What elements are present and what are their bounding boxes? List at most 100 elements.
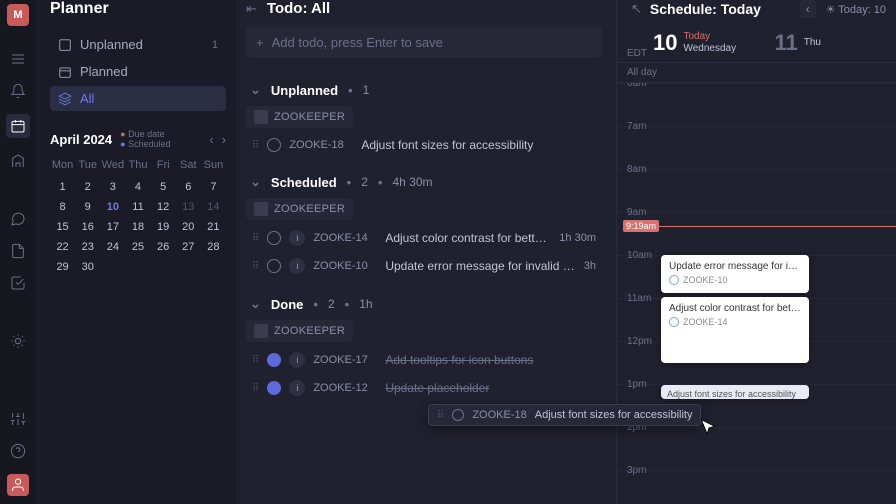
task-duration: 1h 30m bbox=[559, 232, 596, 244]
calendar-day[interactable]: 28 bbox=[201, 237, 226, 257]
project-tag[interactable]: ZOOKEEPER bbox=[246, 106, 353, 128]
calendar-day[interactable] bbox=[176, 257, 201, 277]
calendar-day[interactable]: 15 bbox=[50, 217, 75, 237]
calendar-day[interactable] bbox=[151, 257, 176, 277]
hour-label: 6am bbox=[627, 83, 646, 89]
menu-icon[interactable] bbox=[9, 50, 27, 68]
chat-icon[interactable] bbox=[9, 210, 27, 228]
task-key: ZOOKE-14 bbox=[313, 232, 377, 244]
grip-icon[interactable]: ⠿ bbox=[252, 355, 259, 366]
calendar-day[interactable]: 27 bbox=[176, 237, 201, 257]
calendar-day[interactable]: 17 bbox=[100, 217, 125, 237]
schedule-event[interactable]: Adjust color contrast for better v…ZOOKE… bbox=[661, 297, 809, 363]
collapse-sidebar-icon[interactable]: ⇤ bbox=[246, 1, 257, 17]
grip-icon[interactable]: ⠿ bbox=[252, 140, 259, 151]
icon-rail: M bbox=[0, 0, 36, 504]
schedule-back-icon[interactable]: ↖ bbox=[631, 1, 642, 17]
schedule-title: Schedule: Today bbox=[650, 1, 761, 17]
task-row[interactable]: ⠿ZOOKE-18Adjust font sizes for accessibi… bbox=[246, 132, 602, 158]
calendar-day[interactable]: 1 bbox=[50, 177, 75, 197]
month-label: April 2024 bbox=[50, 132, 112, 147]
add-todo-input[interactable]: + Add todo, press Enter to save bbox=[246, 27, 602, 58]
day-column[interactable]: 10TodayWednesday bbox=[653, 30, 775, 56]
task-row[interactable]: ⠿iZOOKE-14Adjust color contrast for bett… bbox=[246, 224, 602, 252]
calendar-day[interactable]: 4 bbox=[125, 177, 150, 197]
calendar-day[interactable]: 20 bbox=[176, 217, 201, 237]
avatar[interactable]: M bbox=[7, 4, 29, 26]
calendar-day[interactable]: 7 bbox=[201, 177, 226, 197]
user-icon[interactable] bbox=[7, 474, 29, 496]
filter-unplanned[interactable]: Unplanned 1 bbox=[50, 32, 226, 57]
calendar-day[interactable] bbox=[125, 257, 150, 277]
building-icon[interactable] bbox=[9, 152, 27, 170]
grip-icon[interactable]: ⠿ bbox=[252, 261, 259, 272]
task-key: ZOOKE-12 bbox=[313, 382, 377, 394]
filter-all[interactable]: All bbox=[50, 86, 226, 111]
task-row[interactable]: ⠿iZOOKE-12Update placeholder bbox=[246, 374, 602, 402]
calendar-day[interactable]: 19 bbox=[151, 217, 176, 237]
task-status-circle[interactable] bbox=[267, 381, 281, 395]
calendar-day[interactable]: 5 bbox=[151, 177, 176, 197]
calendar-day[interactable]: 18 bbox=[125, 217, 150, 237]
bell-icon[interactable] bbox=[9, 82, 27, 100]
calendar-day[interactable]: 24 bbox=[100, 237, 125, 257]
calendar-day[interactable]: 2 bbox=[75, 177, 100, 197]
calendar-day[interactable]: 14 bbox=[201, 197, 226, 217]
sliders-icon[interactable] bbox=[9, 410, 27, 428]
grip-icon[interactable]: ⠿ bbox=[252, 233, 259, 244]
calendar-day[interactable]: 6 bbox=[176, 177, 201, 197]
calendar-day[interactable]: 29 bbox=[50, 257, 75, 277]
allday-row: All day bbox=[617, 63, 896, 83]
task-status-circle[interactable] bbox=[267, 138, 281, 152]
help-icon[interactable] bbox=[9, 442, 27, 460]
grip-icon[interactable]: ⠿ bbox=[252, 383, 259, 394]
plus-icon: + bbox=[256, 35, 264, 50]
sun-icon[interactable] bbox=[9, 332, 27, 350]
task-status-circle[interactable] bbox=[267, 259, 281, 273]
calendar-day[interactable]: 8 bbox=[50, 197, 75, 217]
hour-label: 3pm bbox=[627, 465, 646, 476]
calendar-day[interactable]: 25 bbox=[125, 237, 150, 257]
dragging-task[interactable]: ⠿ ZOOKE-18 Adjust font sizes for accessi… bbox=[428, 404, 701, 426]
project-tag[interactable]: ZOOKEEPER bbox=[246, 198, 353, 220]
calendar-day[interactable]: 11 bbox=[125, 197, 150, 217]
day-column[interactable]: 11Thu bbox=[775, 30, 896, 56]
check-list-icon[interactable] bbox=[9, 274, 27, 292]
calendar-day[interactable]: 23 bbox=[75, 237, 100, 257]
document-icon[interactable] bbox=[9, 242, 27, 260]
task-row[interactable]: ⠿iZOOKE-17Add tooltips for icon buttons bbox=[246, 346, 602, 374]
section-header[interactable]: ⌄Done•2•1h bbox=[246, 280, 602, 320]
calendar-day[interactable]: 26 bbox=[151, 237, 176, 257]
project-tag[interactable]: ZOOKEEPER bbox=[246, 320, 353, 342]
calendar-day[interactable] bbox=[201, 257, 226, 277]
month-prev[interactable]: ‹ bbox=[209, 132, 213, 147]
today-indicator[interactable]: ☀ Today: 10 bbox=[826, 3, 886, 16]
calendar-day[interactable]: 12 bbox=[151, 197, 176, 217]
calendar-icon[interactable] bbox=[6, 114, 30, 138]
calendar-day[interactable]: 3 bbox=[100, 177, 125, 197]
calendar-legend: ● Due date ● Scheduled bbox=[120, 129, 171, 149]
calendar-day[interactable] bbox=[100, 257, 125, 277]
task-status-circle[interactable] bbox=[267, 231, 281, 245]
calendar-day[interactable]: 13 bbox=[176, 197, 201, 217]
schedule-event[interactable]: Update error message for invali…ZOOKE-10 bbox=[661, 255, 809, 293]
time-grid[interactable]: 6am7am8am9am10am11am12pm1pm2pm3pm9:19amU… bbox=[617, 83, 896, 504]
calendar-day[interactable]: 16 bbox=[75, 217, 100, 237]
schedule-event-ghost[interactable]: Adjust font sizes for accessibility bbox=[661, 385, 809, 399]
section-header[interactable]: ⌄Unplanned•1 bbox=[246, 66, 602, 106]
sidebar: Planner Unplanned 1 Planned All April 20… bbox=[36, 0, 236, 504]
calendar-day[interactable]: 22 bbox=[50, 237, 75, 257]
filter-planned[interactable]: Planned bbox=[50, 59, 226, 84]
calendar-day[interactable]: 21 bbox=[201, 217, 226, 237]
section-header[interactable]: ⌄Scheduled•2•4h 30m bbox=[246, 158, 602, 198]
task-title: Update placeholder bbox=[385, 381, 596, 395]
schedule-prev[interactable]: ‹ bbox=[800, 0, 816, 18]
task-status-circle[interactable] bbox=[267, 353, 281, 367]
calendar-day[interactable]: 30 bbox=[75, 257, 100, 277]
calendar-day[interactable]: 9 bbox=[75, 197, 100, 217]
task-row[interactable]: ⠿iZOOKE-10Update error message for inval… bbox=[246, 252, 602, 280]
calendar-day[interactable]: 10 bbox=[100, 197, 125, 217]
mini-calendar[interactable]: MonTueWedThuFriSatSun 123456789101112131… bbox=[50, 159, 226, 277]
month-next[interactable]: › bbox=[222, 132, 226, 147]
todo-panel: ⇤ Todo: All + Add todo, press Enter to s… bbox=[236, 0, 616, 504]
